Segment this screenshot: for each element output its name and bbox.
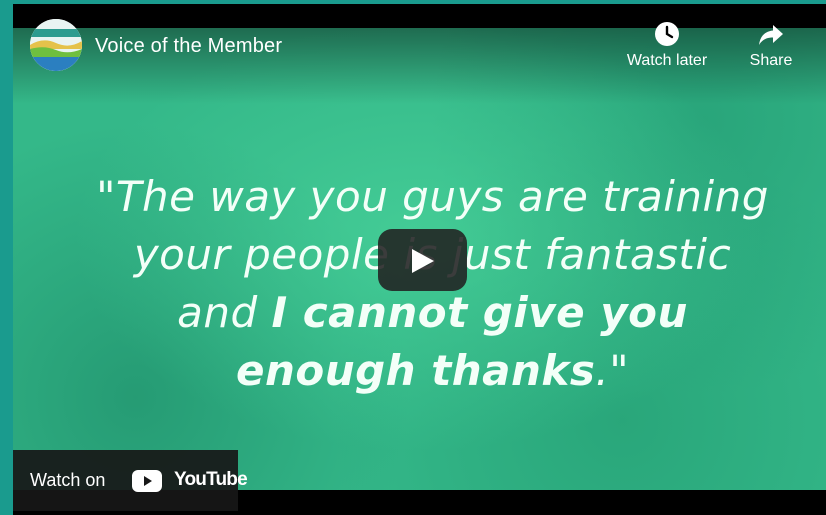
share-label: Share [749, 52, 793, 69]
channel-logo[interactable] [30, 19, 82, 71]
share-button[interactable]: Share [726, 20, 816, 70]
play-button[interactable] [378, 229, 467, 291]
watch-later-button[interactable]: Watch later [622, 20, 712, 70]
play-icon [412, 249, 434, 273]
quote-line-3: and I cannot give you [26, 284, 826, 342]
quote-line-4-end: ." [595, 346, 630, 395]
watch-on-label: Watch on [30, 470, 106, 490]
video-title[interactable]: Voice of the Member [95, 35, 282, 58]
channel-logo-icon [30, 19, 82, 71]
watch-later-label: Watch later [626, 52, 708, 69]
clock-icon [655, 22, 679, 46]
youtube-logo-icon [132, 470, 162, 492]
quote-line-4: enough thanks." [26, 342, 826, 400]
quote-line-4-bold: enough thanks [235, 346, 596, 395]
quote-line-3-normal: and [177, 288, 272, 337]
watch-on-youtube-button[interactable]: Watch on YouTube [13, 450, 248, 511]
quote-line-3-bold: I cannot give you [271, 288, 688, 337]
share-arrow-icon [759, 25, 783, 45]
quote-line-1: "The way you guys are training [96, 172, 769, 221]
youtube-wordmark: YouTube [174, 469, 248, 490]
